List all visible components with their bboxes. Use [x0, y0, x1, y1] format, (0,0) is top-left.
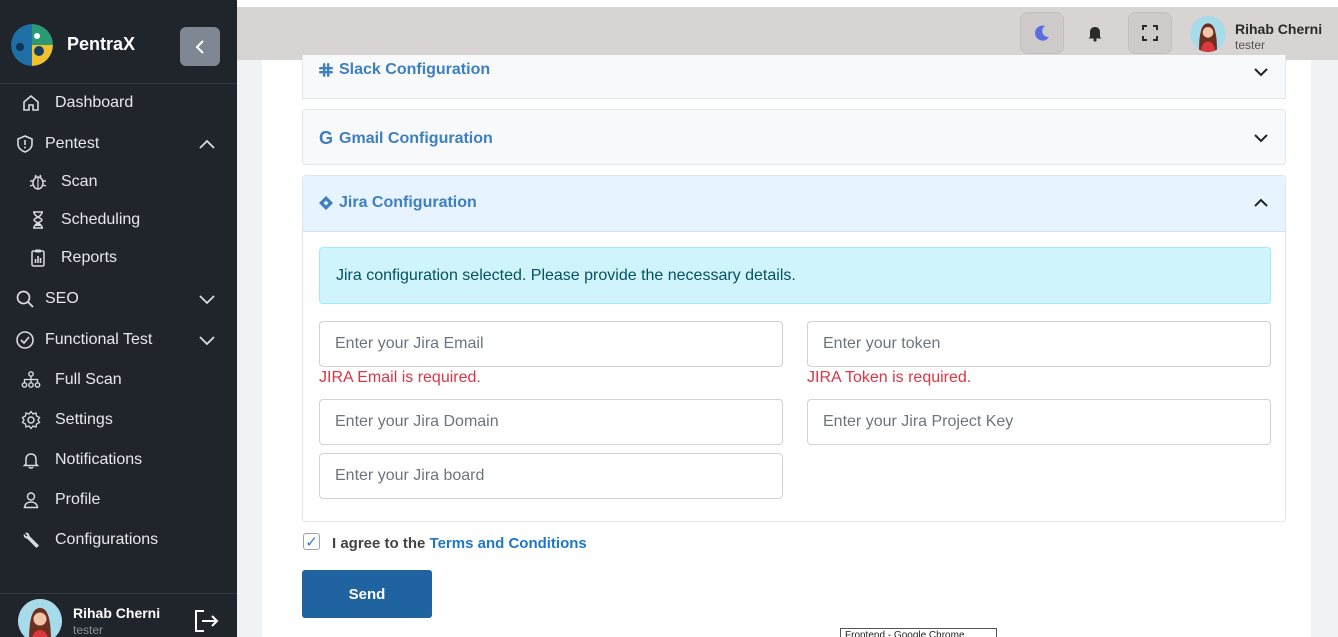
sidebar-user-role: tester	[73, 623, 104, 637]
sidebar-item-label: Settings	[55, 411, 113, 428]
search-icon	[14, 288, 36, 310]
slack-icon	[319, 63, 333, 77]
sidebar-item-label: Profile	[55, 491, 101, 508]
bell-icon	[1088, 27, 1102, 42]
sidebar-item-label: Scan	[61, 173, 98, 190]
jira-project-key-input[interactable]	[807, 399, 1271, 445]
theme-toggle-button[interactable]	[1020, 12, 1064, 54]
sidebar-user-name: Rihab Cherni	[73, 605, 161, 621]
bell-icon	[20, 449, 42, 471]
jira-token-input[interactable]	[807, 321, 1271, 367]
sidebar-item-label: Scheduling	[61, 211, 141, 228]
accordion-header[interactable]: Jira Configuration	[303, 176, 1285, 232]
sidebar-item-settings[interactable]: Settings	[0, 402, 237, 438]
app-logo	[11, 24, 53, 66]
check-circle-icon	[14, 329, 36, 351]
fullscreen-button[interactable]	[1128, 12, 1172, 54]
chevron-down-icon	[196, 329, 218, 351]
jira-email-input[interactable]	[319, 321, 783, 367]
chevron-down-icon	[196, 288, 218, 310]
accordion-header: Slack Configuration	[319, 61, 490, 79]
shield-icon	[14, 133, 36, 155]
sidebar-item-label: Reports	[61, 249, 118, 266]
chevron-down-icon	[1251, 62, 1271, 82]
sidebar-item-seo[interactable]: SEO	[0, 281, 237, 317]
send-button[interactable]: Send	[302, 570, 432, 618]
chevron-up-icon	[196, 133, 218, 155]
moon-icon	[1035, 25, 1049, 41]
sidebar-item-label: SEO	[45, 290, 79, 307]
accordion-header: G Gmail Configuration	[319, 128, 493, 149]
accordion-slack[interactable]: Slack Configuration	[302, 55, 1286, 99]
chevron-down-icon	[1251, 128, 1271, 148]
logout-icon[interactable]	[192, 608, 220, 634]
sidebar-item-notifications[interactable]: Notifications	[0, 442, 237, 478]
sidebar-item-scan[interactable]: Scan	[0, 164, 237, 200]
avatar[interactable]	[18, 599, 62, 637]
sidebar-item-label: Dashboard	[55, 94, 134, 111]
avatar[interactable]	[1190, 16, 1226, 52]
notifications-button[interactable]	[1073, 12, 1117, 54]
sidebar-item-label: Full Scan	[55, 371, 122, 388]
sidebar: PentraX Dashboard Pentest Scan Schedulin…	[0, 0, 237, 637]
chevron-up-icon	[1251, 193, 1271, 213]
jira-email-error: JIRA Email is required.	[319, 369, 481, 386]
accordion-title: Slack Configuration	[339, 61, 491, 78]
clipboard-chart-icon	[27, 247, 49, 269]
accordion-title: Jira Configuration	[339, 194, 477, 211]
sidebar-item-dashboard[interactable]: Dashboard	[0, 85, 237, 121]
sidebar-item-scheduling[interactable]: Scheduling	[0, 202, 237, 238]
sidebar-user-panel: Rihab Cherni tester	[0, 593, 237, 637]
bug-icon	[27, 171, 49, 193]
sidebar-item-label: Functional Test	[45, 331, 153, 348]
jira-domain-input[interactable]	[319, 399, 783, 445]
taskbar-tooltip: Frontend - Google Chrome	[840, 628, 997, 637]
hierarchy-icon	[20, 369, 42, 391]
topbar-user-name: Rihab Cherni	[1235, 21, 1323, 37]
jira-board-input[interactable]	[319, 453, 783, 499]
fullscreen-icon	[1142, 25, 1158, 41]
sidebar-item-pentest[interactable]: Pentest	[0, 126, 237, 162]
accordion-title-row: Jira Configuration	[319, 194, 477, 212]
accordion-title: Gmail Configuration	[339, 129, 493, 147]
sidebar-item-label: Notifications	[55, 451, 143, 468]
topbar-user-role: tester	[1235, 38, 1266, 52]
info-alert: Jira configuration selected. Please prov…	[319, 247, 1271, 304]
app-name: PentraX	[67, 34, 136, 54]
sidebar-item-label: Configurations	[55, 531, 159, 548]
gear-icon	[20, 409, 42, 431]
google-icon: G	[319, 128, 334, 148]
sidebar-item-functional-test[interactable]: Functional Test	[0, 322, 237, 358]
terms-link[interactable]: Terms and Conditions	[430, 535, 587, 552]
sidebar-item-profile[interactable]: Profile	[0, 482, 237, 518]
accordion-jira: Jira Configuration Jira configuration se…	[302, 175, 1286, 522]
sidebar-collapse-button[interactable]	[180, 27, 220, 66]
terms-prefix: I agree to the	[332, 535, 426, 552]
hourglass-icon	[27, 209, 49, 231]
terms-checkbox[interactable]: ✓	[303, 533, 320, 551]
chevron-left-icon	[195, 39, 204, 54]
sidebar-item-label: Pentest	[45, 135, 100, 152]
brand-header: PentraX	[0, 0, 237, 84]
terms-agreement: I agree to the Terms and Conditions	[332, 535, 587, 552]
top-bar: Rihab Cherni tester	[237, 7, 1338, 60]
home-icon	[20, 92, 42, 114]
checkmark-icon: ✓	[305, 533, 318, 551]
sidebar-item-reports[interactable]: Reports	[0, 240, 237, 276]
jira-token-error: JIRA Token is required.	[807, 369, 972, 386]
person-icon	[20, 489, 42, 511]
top-strip	[237, 0, 1338, 7]
wrench-icon	[20, 529, 42, 551]
sidebar-item-configurations[interactable]: Configurations	[0, 522, 237, 558]
accordion-gmail[interactable]: G Gmail Configuration	[302, 109, 1286, 165]
jira-diamond-icon	[319, 196, 333, 210]
sidebar-item-full-scan[interactable]: Full Scan	[0, 362, 237, 398]
